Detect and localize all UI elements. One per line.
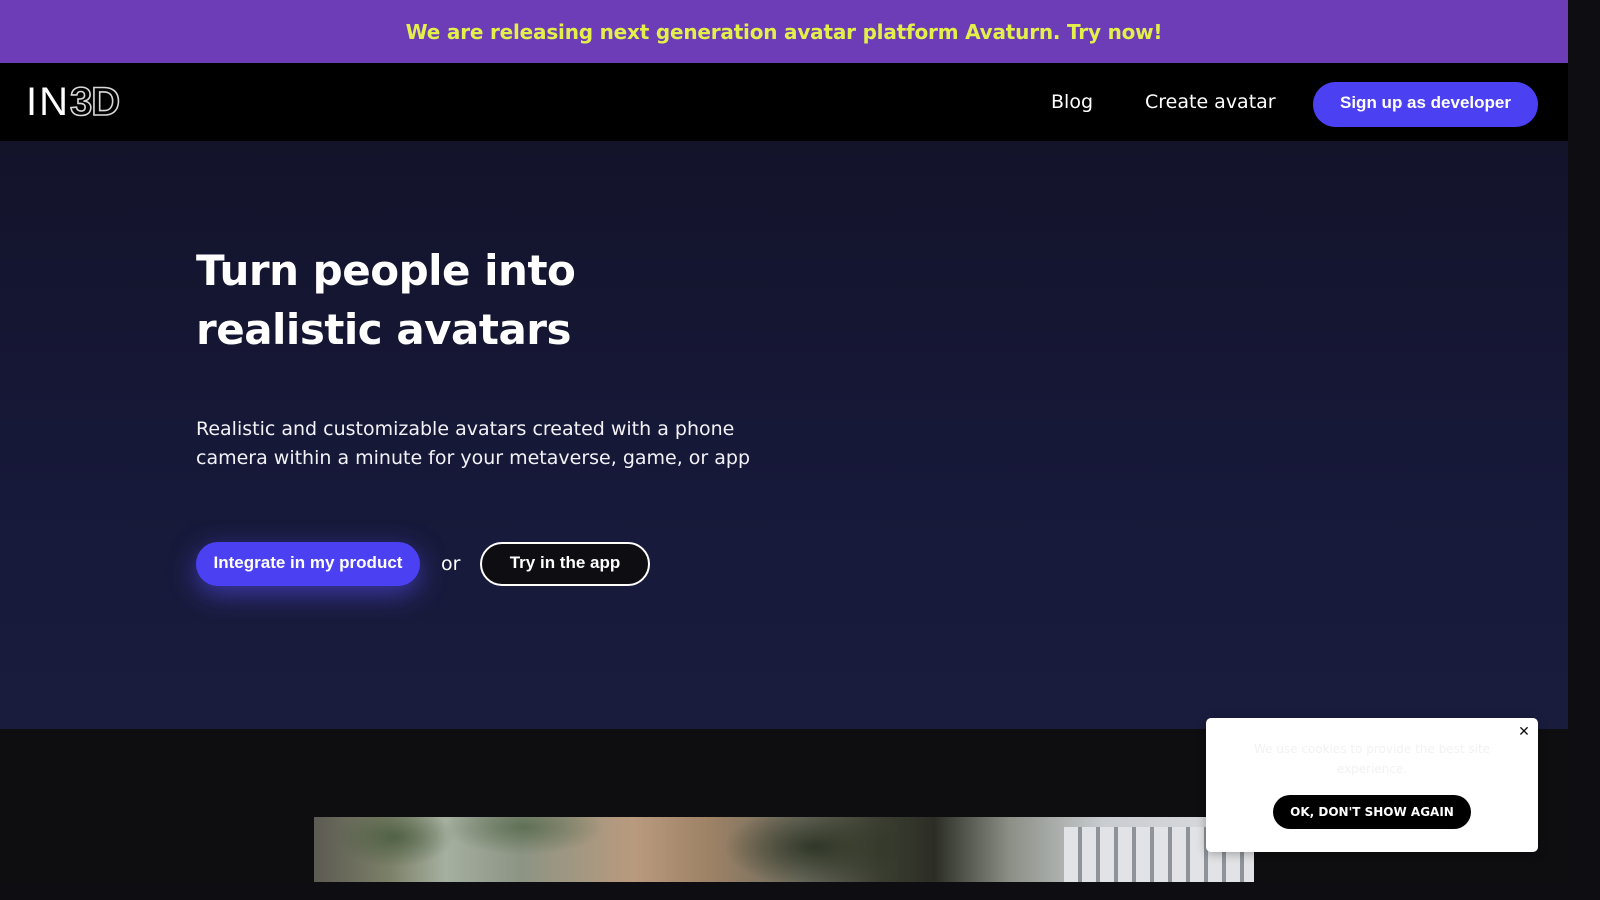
logo-in-text: IN <box>26 80 70 124</box>
video-scene-trees <box>314 817 954 882</box>
cookie-consent-popup: ✕ We use cookies to provide the best sit… <box>1206 718 1538 852</box>
close-icon[interactable]: ✕ <box>1516 724 1532 740</box>
hero-section: Turn people into realistic avatars Reali… <box>0 141 1568 729</box>
cookie-message: We use cookies to provide the best site … <box>1253 742 1491 776</box>
nav-link-create-avatar[interactable]: Create avatar <box>1145 91 1276 113</box>
cookie-ok-button[interactable]: OK, DON'T SHOW AGAIN <box>1273 795 1471 829</box>
in3d-logo[interactable]: IN 3D <box>26 80 121 124</box>
banner-text[interactable]: We are releasing next generation avatar … <box>406 20 1163 44</box>
announcement-banner[interactable]: We are releasing next generation avatar … <box>0 0 1568 63</box>
hero-title: Turn people into realistic avatars <box>196 246 576 354</box>
hero-subtitle: Realistic and customizable avatars creat… <box>196 418 751 469</box>
nav-link-blog[interactable]: Blog <box>1051 91 1093 113</box>
top-navigation: IN 3D Blog Create avatar Sign up as devel… <box>0 63 1568 141</box>
or-separator: or <box>441 553 461 575</box>
sign-up-developer-button[interactable]: Sign up as developer <box>1313 82 1538 127</box>
try-in-app-button[interactable]: Try in the app <box>480 542 650 586</box>
integrate-in-product-button[interactable]: Integrate in my product <box>196 542 420 586</box>
demo-video[interactable] <box>314 817 1254 882</box>
logo-3d-text: 3D <box>69 80 121 124</box>
